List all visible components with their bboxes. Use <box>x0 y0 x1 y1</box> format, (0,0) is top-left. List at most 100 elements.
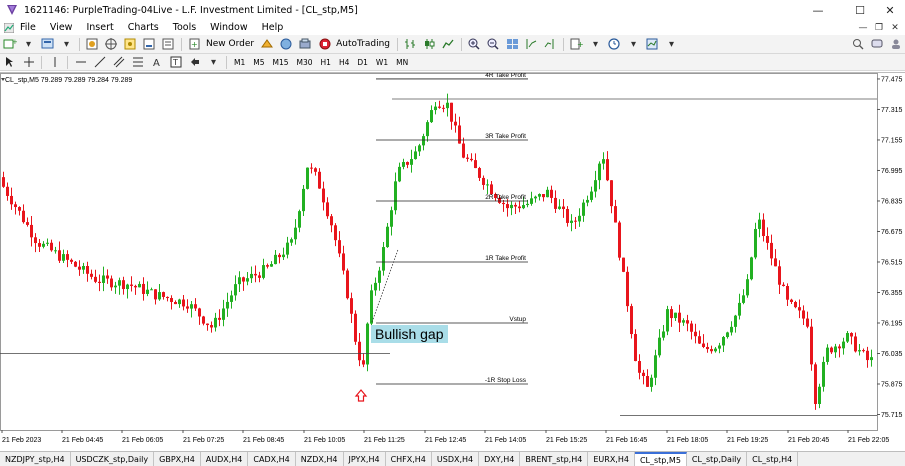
bear-candle <box>6 186 9 196</box>
market-watch-icon[interactable] <box>85 37 100 52</box>
text-label-icon[interactable]: T <box>168 55 183 70</box>
arrows-icon[interactable] <box>187 55 202 70</box>
bear-candle <box>466 157 469 159</box>
bull-candle <box>754 228 757 258</box>
chart-tab[interactable]: DXY,H4 <box>479 452 521 466</box>
menu-tools[interactable]: Tools <box>173 22 196 33</box>
periods-clock-icon[interactable] <box>607 37 622 52</box>
bear-candle <box>470 158 473 161</box>
crosshair-icon[interactable] <box>21 55 36 70</box>
child-close-button[interactable]: ✕ <box>887 20 903 35</box>
account-icon[interactable] <box>888 37 903 52</box>
chart-tab[interactable]: CHFX,H4 <box>386 452 432 466</box>
bull-candle <box>378 270 381 283</box>
menu-file[interactable]: File <box>20 22 36 33</box>
chart-tab[interactable]: JPYX,H4 <box>344 452 386 466</box>
new-chart-icon[interactable]: + <box>2 37 17 52</box>
dropdown-arrow-icon[interactable]: ▾ <box>588 37 603 52</box>
menu-help[interactable]: Help <box>262 22 284 33</box>
zoom-out-icon[interactable] <box>486 37 501 52</box>
close-button[interactable]: ✕ <box>876 0 904 20</box>
menu-charts[interactable]: Charts <box>128 22 159 33</box>
bear-candle <box>170 298 173 302</box>
menu-insert[interactable]: Insert <box>86 22 113 33</box>
maximize-button[interactable]: ☐ <box>846 0 874 20</box>
bear-candle <box>574 220 577 222</box>
bull-candle <box>414 151 417 160</box>
timeframe-m1[interactable]: M1 <box>230 56 249 69</box>
metaeditor-icon[interactable] <box>260 37 275 52</box>
minimize-button[interactable]: — <box>804 0 832 20</box>
new-order-icon[interactable]: + <box>187 37 202 52</box>
templates-icon[interactable] <box>645 37 660 52</box>
bull-candle <box>558 206 561 209</box>
autotrading-button[interactable]: AutoTrading <box>336 39 390 49</box>
equidistant-channel-icon[interactable] <box>111 55 126 70</box>
chart-tab[interactable]: CL_stp,H4 <box>747 452 799 466</box>
chart-tab[interactable]: NZDX,H4 <box>296 452 344 466</box>
toolbar-separator <box>79 37 80 51</box>
chart-window[interactable]: CL_stp,M5 79.289 79.289 79.284 79.289 77.… <box>0 72 905 450</box>
trendline-icon[interactable] <box>92 55 107 70</box>
auto-scroll-icon[interactable] <box>524 37 539 52</box>
chart-tab[interactable]: USDX,H4 <box>432 452 480 466</box>
signals-icon[interactable] <box>279 37 294 52</box>
chart-tab[interactable]: BRENT_stp,H4 <box>520 452 589 466</box>
menu-window[interactable]: Window <box>210 22 247 33</box>
line-chart-icon[interactable] <box>441 37 456 52</box>
child-minimize-button[interactable]: — <box>855 20 871 35</box>
search-icon[interactable] <box>850 37 865 52</box>
timeframe-h1[interactable]: H1 <box>317 56 335 69</box>
chart-shift-icon[interactable] <box>543 37 558 52</box>
timeframe-m15[interactable]: M15 <box>269 56 293 69</box>
timeframe-mn[interactable]: MN <box>392 56 412 69</box>
chart-tab[interactable]: EURX,H4 <box>588 452 635 466</box>
bull-candle <box>522 205 525 209</box>
terminal-icon[interactable] <box>142 37 157 52</box>
bull-candle <box>650 377 653 387</box>
dropdown-arrow-icon[interactable]: ▾ <box>21 37 36 52</box>
price-chart[interactable]: CL_stp,M5 79.289 79.289 79.284 79.289 77.… <box>0 73 905 451</box>
autotrading-icon[interactable] <box>317 37 332 52</box>
bar-chart-icon[interactable] <box>403 37 418 52</box>
zoom-in-icon[interactable] <box>467 37 482 52</box>
menu-view[interactable]: View <box>50 22 73 33</box>
indicators-icon[interactable]: + <box>569 37 584 52</box>
timeframe-w1[interactable]: W1 <box>372 56 392 69</box>
dropdown-arrow-icon[interactable]: ▾ <box>206 55 221 70</box>
tester-icon[interactable] <box>161 37 176 52</box>
bear-candle <box>122 280 125 290</box>
bull-candle <box>846 333 849 342</box>
chart-tab[interactable]: CL_stp,M5 <box>634 452 687 466</box>
navigator-icon[interactable] <box>123 37 138 52</box>
bull-candle <box>738 302 741 316</box>
candlestick-icon[interactable] <box>422 37 437 52</box>
child-restore-button[interactable]: ❐ <box>871 20 887 35</box>
timeframe-m5[interactable]: M5 <box>249 56 268 69</box>
dropdown-arrow-icon[interactable]: ▾ <box>59 37 74 52</box>
chart-tab[interactable]: CL_stp,Daily <box>687 452 748 466</box>
dropdown-arrow-icon[interactable]: ▾ <box>626 37 641 52</box>
chart-tab[interactable]: GBPX,H4 <box>154 452 201 466</box>
new-order-button[interactable]: New Order <box>206 39 254 49</box>
chart-tab[interactable]: NZDJPY_stp,H4 <box>0 452 71 466</box>
bullish-gap-label: Bullish gap <box>371 325 448 344</box>
vertical-line-icon[interactable] <box>47 55 62 70</box>
timeframe-m30[interactable]: M30 <box>293 56 317 69</box>
horizontal-line-icon[interactable] <box>73 55 88 70</box>
chat-icon[interactable] <box>869 37 884 52</box>
timeframe-h4[interactable]: H4 <box>335 56 353 69</box>
chart-tab[interactable]: AUDX,H4 <box>201 452 249 466</box>
fibonacci-icon[interactable] <box>130 55 145 70</box>
chart-tab[interactable]: CADX,H4 <box>248 452 296 466</box>
cursor-icon[interactable] <box>2 55 17 70</box>
dropdown-arrow-icon[interactable]: ▾ <box>664 37 679 52</box>
data-window-icon[interactable] <box>104 37 119 52</box>
text-icon[interactable]: A <box>149 55 164 70</box>
timeframe-d1[interactable]: D1 <box>353 56 372 69</box>
bull-candle <box>570 220 573 223</box>
chart-tab[interactable]: USDCZK_stp,Daily <box>71 452 155 466</box>
profiles-icon[interactable] <box>40 37 55 52</box>
market-icon[interactable] <box>298 37 313 52</box>
tile-windows-icon[interactable] <box>505 37 520 52</box>
